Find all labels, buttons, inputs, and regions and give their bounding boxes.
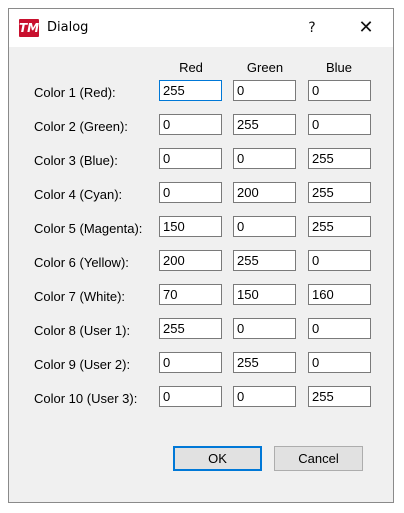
row-label-color-1: Color 1 (Red): [34, 85, 116, 100]
row-label-color-7: Color 7 (White): [34, 289, 126, 304]
color-9-green-input[interactable] [233, 352, 296, 373]
row-label-color-3: Color 3 (Blue): [34, 153, 118, 168]
column-header-green: Green [246, 60, 284, 75]
color-2-red-input[interactable] [159, 114, 222, 135]
color-8-blue-input[interactable] [308, 318, 371, 339]
row-label-color-8: Color 8 (User 1): [34, 323, 131, 338]
cancel-button[interactable]: Cancel [274, 446, 363, 471]
color-4-green-input[interactable] [233, 182, 296, 203]
color-8-red-input[interactable] [159, 318, 222, 339]
window-title: Dialog [47, 20, 89, 35]
color-5-green-input[interactable] [233, 216, 296, 237]
color-1-blue-input[interactable] [308, 80, 371, 101]
color-3-blue-input[interactable] [308, 148, 371, 169]
color-5-blue-input[interactable] [308, 216, 371, 237]
color-6-red-input[interactable] [159, 250, 222, 271]
color-7-blue-input[interactable] [308, 284, 371, 305]
help-icon[interactable]: ? [289, 9, 335, 47]
title-bar[interactable]: TM Dialog ? ✕ [9, 9, 393, 47]
row-label-color-2: Color 2 (Green): [34, 119, 128, 134]
color-2-blue-input[interactable] [308, 114, 371, 135]
row-label-color-5: Color 5 (Magenta): [34, 221, 143, 236]
color-10-blue-input[interactable] [308, 386, 371, 407]
color-4-red-input[interactable] [159, 182, 222, 203]
color-1-green-input[interactable] [233, 80, 296, 101]
color-8-green-input[interactable] [233, 318, 296, 339]
ok-button[interactable]: OK [173, 446, 262, 471]
color-4-blue-input[interactable] [308, 182, 371, 203]
row-label-color-9: Color 9 (User 2): [34, 357, 131, 372]
dialog-window: TM Dialog ? ✕ Red Green Blue Color 1 (Re… [8, 8, 394, 503]
color-10-red-input[interactable] [159, 386, 222, 407]
row-label-color-10: Color 10 (User 3): [34, 391, 138, 406]
color-7-green-input[interactable] [233, 284, 296, 305]
color-1-red-input[interactable] [159, 80, 222, 101]
column-header-red: Red [179, 60, 203, 75]
color-3-red-input[interactable] [159, 148, 222, 169]
color-6-green-input[interactable] [233, 250, 296, 271]
column-header-blue: Blue [325, 60, 353, 75]
color-7-red-input[interactable] [159, 284, 222, 305]
color-5-red-input[interactable] [159, 216, 222, 237]
color-10-green-input[interactable] [233, 386, 296, 407]
color-9-blue-input[interactable] [308, 352, 371, 373]
color-6-blue-input[interactable] [308, 250, 371, 271]
color-3-green-input[interactable] [233, 148, 296, 169]
row-label-color-4: Color 4 (Cyan): [34, 187, 123, 202]
color-9-red-input[interactable] [159, 352, 222, 373]
row-label-color-6: Color 6 (Yellow): [34, 255, 129, 270]
app-icon: TM [19, 19, 40, 37]
close-icon[interactable]: ✕ [343, 9, 389, 47]
color-2-green-input[interactable] [233, 114, 296, 135]
